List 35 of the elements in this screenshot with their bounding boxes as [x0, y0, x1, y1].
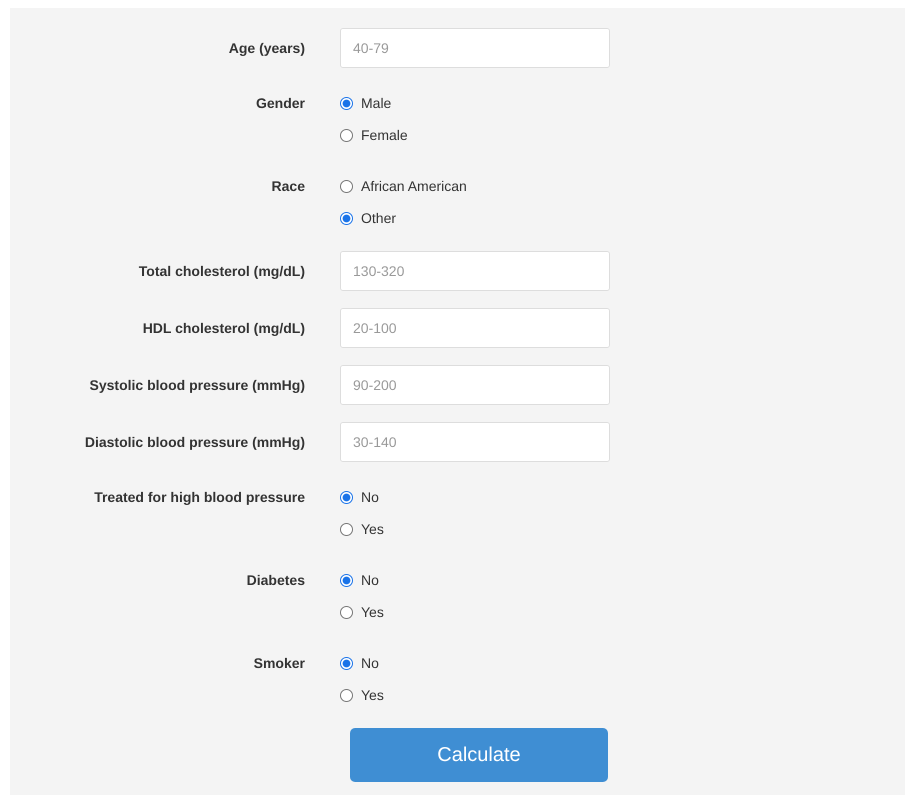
option-label[interactable]: No [361, 570, 379, 590]
input-field[interactable]: 90-200 [340, 365, 610, 405]
option-label[interactable]: African American [361, 176, 467, 196]
field-label: Systolic blood pressure (mmHg) [90, 376, 305, 395]
radio-button[interactable] [340, 656, 353, 670]
field-label: Treated for high blood pressure [94, 488, 305, 507]
option-label[interactable]: Male [361, 92, 392, 114]
field-label: Total cholesterol (mg/dL) [138, 262, 305, 281]
input-field[interactable]: 20-100 [340, 308, 610, 348]
radio-button[interactable] [340, 128, 353, 142]
field-label: Age (years) [228, 39, 305, 58]
field-label: Diabetes [246, 571, 305, 590]
radio-button[interactable] [340, 180, 353, 192]
radio-button[interactable] [340, 212, 353, 224]
radio-button[interactable] [340, 490, 353, 504]
field-label: Diastolic blood pressure (mmHg) [84, 433, 305, 452]
option-label[interactable]: Female [361, 124, 408, 146]
option-label[interactable]: No [361, 652, 379, 674]
option-label[interactable]: No [361, 486, 379, 508]
input-field[interactable]: 40-79 [340, 28, 610, 68]
radio-button[interactable] [340, 522, 353, 536]
radio-button[interactable] [340, 606, 353, 618]
field-label: Gender [256, 94, 305, 113]
radio-button[interactable] [340, 688, 353, 702]
option-label[interactable]: Other [361, 208, 396, 228]
option-label[interactable]: Yes [361, 602, 384, 622]
input-field[interactable]: 130-320 [340, 251, 610, 291]
field-label: HDL cholesterol (mg/dL) [142, 319, 305, 338]
option-label[interactable]: Yes [361, 518, 384, 540]
radio-button[interactable] [340, 96, 353, 110]
field-label: Smoker [254, 654, 305, 673]
option-label[interactable]: Yes [361, 684, 384, 706]
radio-button[interactable] [340, 574, 353, 586]
field-label: Race [272, 177, 305, 196]
input-field[interactable]: 30-140 [340, 422, 610, 462]
